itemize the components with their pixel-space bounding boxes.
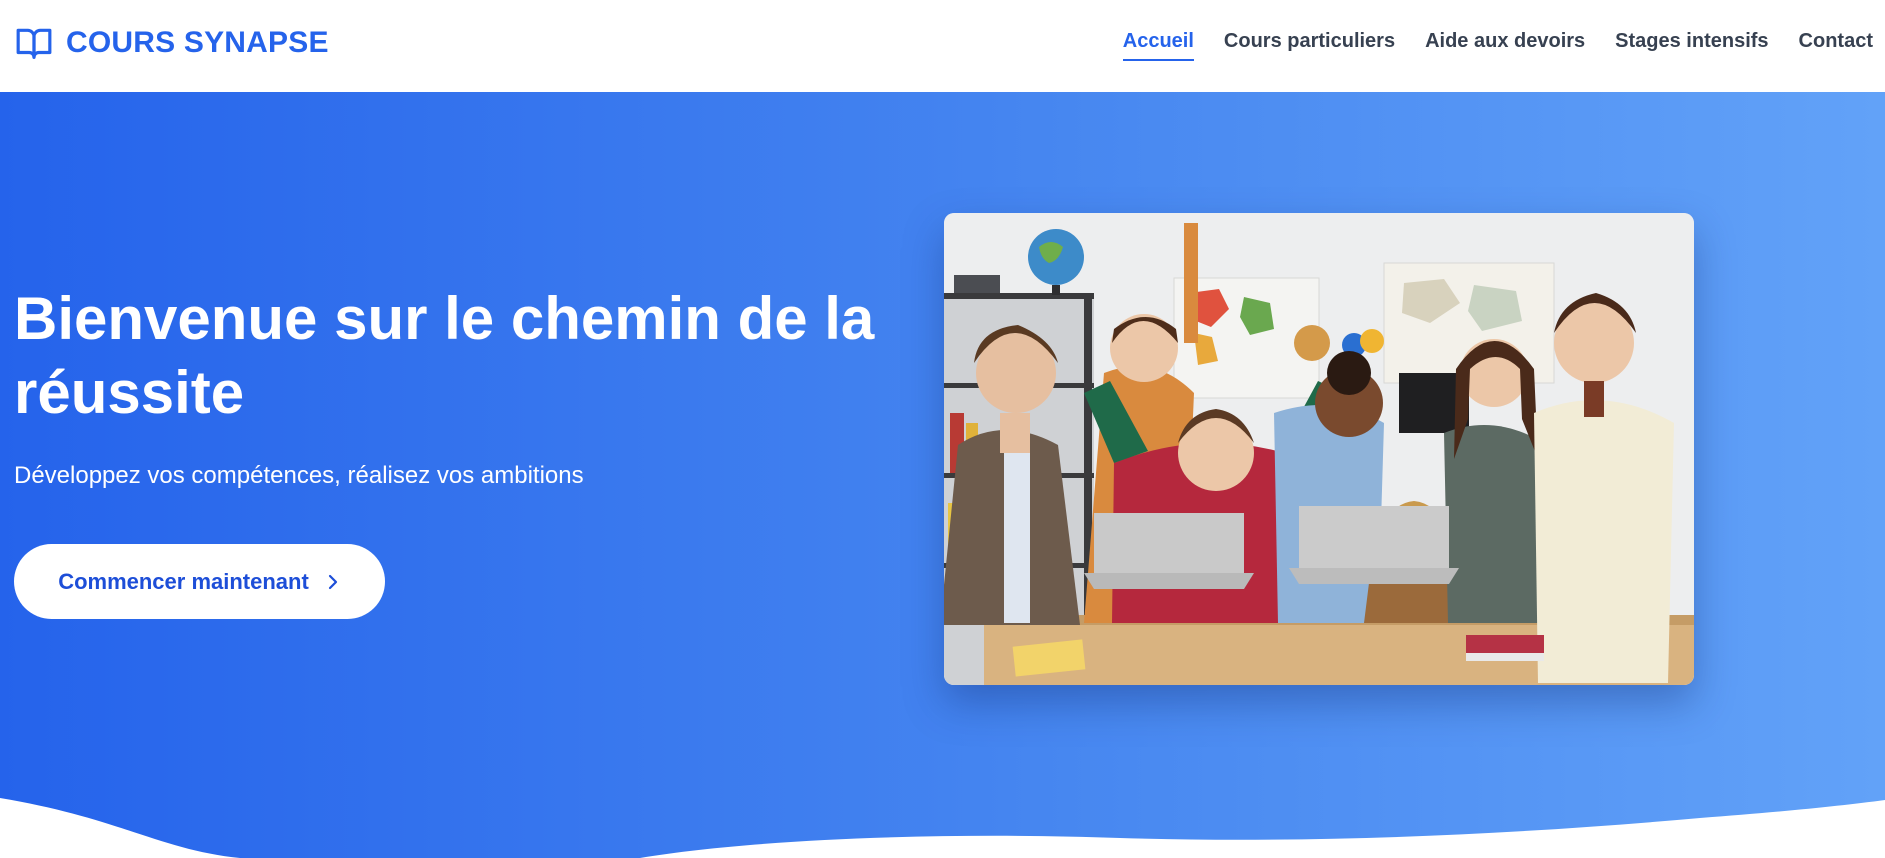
brand-logo-link[interactable]: COURS SYNAPSE — [14, 24, 329, 62]
brand-name: COURS SYNAPSE — [66, 26, 329, 59]
hero-classroom-photo — [944, 213, 1694, 685]
nav-item-aide-aux-devoirs[interactable]: Aide aux devoirs — [1425, 30, 1585, 61]
main-nav: Accueil Cours particuliers Aide aux devo… — [1122, 30, 1873, 61]
nav-item-accueil[interactable]: Accueil — [1122, 30, 1194, 61]
chevron-right-icon — [328, 574, 337, 589]
start-now-button[interactable]: Commencer maintenant — [14, 544, 385, 619]
site-header: COURS SYNAPSE Accueil Cours particuliers… — [0, 0, 1885, 92]
classroom-photo-illustration — [944, 213, 1694, 685]
open-book-icon — [16, 28, 52, 59]
nav-item-cours-particuliers[interactable]: Cours particuliers — [1224, 30, 1395, 61]
nav-item-stages-intensifs[interactable]: Stages intensifs — [1615, 30, 1768, 61]
hero-section: Bienvenue sur le chemin de la réussite D… — [0, 92, 1885, 858]
start-now-button-label: Commencer maintenant — [58, 568, 309, 594]
hero-title: Bienvenue sur le chemin de la réussite — [14, 285, 875, 426]
nav-item-contact[interactable]: Contact — [1799, 30, 1873, 61]
hero-subtitle: Développez vos compétences, réalisez vos… — [14, 462, 584, 489]
hero-bottom-wave — [0, 798, 1885, 858]
